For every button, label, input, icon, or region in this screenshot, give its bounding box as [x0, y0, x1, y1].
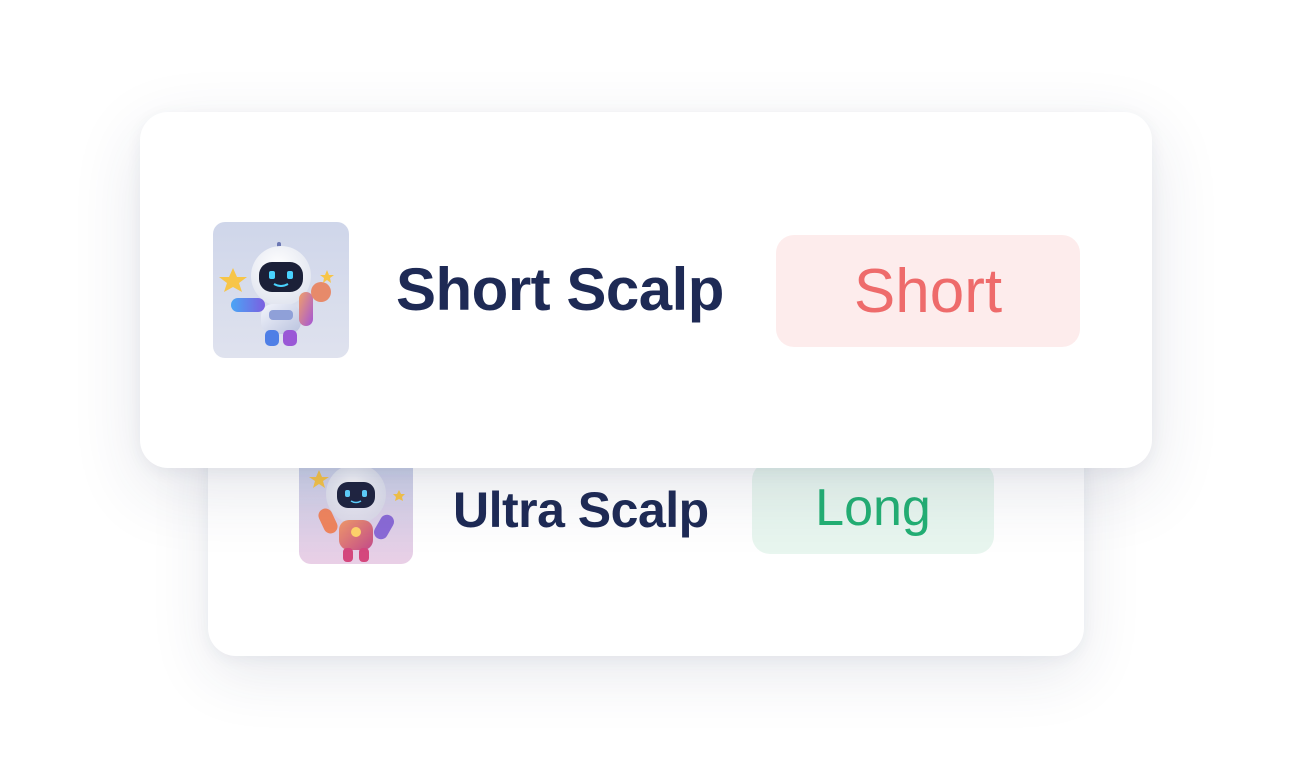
bot-card-short-scalp[interactable]: Short Scalp Short — [140, 112, 1152, 468]
bot-name: Ultra Scalp — [453, 482, 709, 538]
robot-avatar-icon — [213, 222, 349, 358]
bot-name: Short Scalp — [396, 256, 724, 323]
direction-badge-short: Short — [776, 235, 1080, 347]
robot-avatar-icon — [299, 456, 413, 564]
direction-badge-long: Long — [752, 462, 994, 554]
bot-cards-stage: Ultra Scalp Long Short Scalp Short — [0, 0, 1296, 768]
